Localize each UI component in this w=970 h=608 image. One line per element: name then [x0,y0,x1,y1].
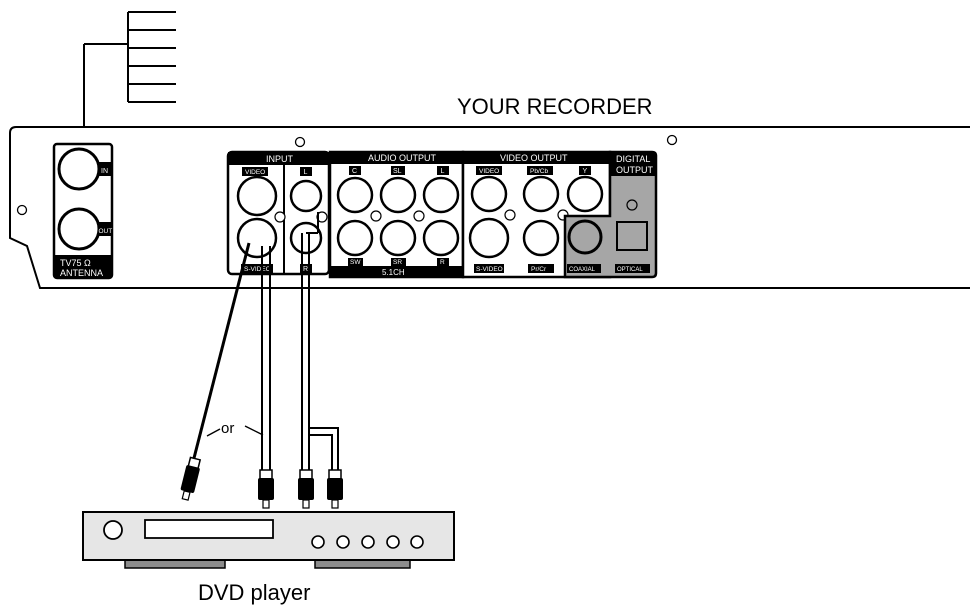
input-right-label: R [303,266,308,273]
audio-sw-jack[interactable] [336,219,374,257]
dvd-control-button[interactable] [410,535,424,549]
audio-output-footer: 5.1CH [382,268,405,277]
dvd-control-button[interactable] [361,535,375,549]
audio-r-jack[interactable] [422,219,460,257]
optical-jack[interactable] [616,221,648,251]
audio-sr-jack[interactable] [379,219,417,257]
audio-c-jack[interactable] [336,176,374,214]
dvd-player-label: DVD player [198,580,310,605]
mount-hole [294,136,306,148]
antenna-in-jack[interactable] [57,147,101,191]
video-out-svideo-jack[interactable] [468,217,510,259]
audio-screw [370,210,382,222]
video-out-svideo-label: S-VIDEO [476,266,503,273]
optical-label: OPTICAL [617,267,643,273]
antenna-caption-line2: ANTENNA [60,268,103,278]
dvd-player [82,511,455,569]
mount-hole [16,204,28,216]
video-output-header: VIDEO OUTPUT [500,153,568,163]
antenna-panel: IN OUT TV75 Ω ANTENNA [52,142,114,280]
dvd-control-button[interactable] [336,535,350,549]
audio-output-header: AUDIO OUTPUT [368,153,437,163]
video-out-video-jack[interactable] [470,175,508,213]
svideo-plug [180,456,202,501]
input-audio-left-jack[interactable] [289,179,323,213]
audio-label-c: C [352,168,357,175]
digital-output-header-1: DIGITAL [616,154,650,164]
video-out-pb-jack[interactable] [522,175,560,213]
or-label: or [221,420,234,437]
coaxial-label: COAXIAL [569,267,596,273]
audio-sl-jack[interactable] [379,176,417,214]
audio-label-l: L [441,168,445,175]
dvd-control-button[interactable] [311,535,325,549]
audio-label-sw: SW [350,259,361,266]
video-out-y-label: Y [583,168,588,175]
audio-l-jack[interactable] [422,176,460,214]
audio-right-plug [327,469,343,509]
audio-label-sl: SL [393,168,402,175]
antenna-in-label: IN [101,168,108,175]
video-out-pr-jack[interactable] [522,219,560,257]
audio-left-plug [298,469,314,509]
video-out-pr-label: Pr/Cr [531,266,547,273]
digital-output-header-2: OUTPUT [616,165,654,175]
video-screw [504,209,516,221]
antenna-out-jack[interactable] [57,207,101,251]
antenna-out-label: OUT [99,228,113,235]
digital-screw [626,199,638,211]
recorder-title: YOUR RECORDER [457,94,653,119]
video-out-video-label: VIDEO [479,168,499,175]
input-svideo-label: S-VIDEO [244,266,271,273]
input-video-jack[interactable] [236,175,278,217]
dvd-control-button[interactable] [386,535,400,549]
input-audio-right-jack[interactable] [289,221,323,255]
input-left-label: L [304,169,308,176]
video-out-pb-label: Pb/Cb [530,168,548,175]
dvd-disc-tray[interactable] [144,519,274,539]
input-video-label: VIDEO [245,169,265,176]
audio-screw [413,210,425,222]
connection-diagram: YOUR RECORDER IN OUT TV75 Ω ANTENNA INPU… [9,11,970,605]
video-plug [258,469,274,509]
coaxial-jack[interactable] [567,219,603,255]
audio-label-r: R [440,259,445,266]
input-panel: INPUT VIDEO S-VIDEO L R [226,150,331,276]
mount-hole [666,134,678,146]
input-header: INPUT [266,154,294,164]
video-out-y-jack[interactable] [566,175,604,213]
audio-label-sr: SR [393,259,402,266]
dvd-power-button[interactable] [103,520,123,540]
or-annotation: or [206,420,264,437]
antenna-caption-line1: TV75 Ω [60,258,91,268]
audio-output-panel: AUDIO OUTPUT 5.1CH C SL L SW SR R [328,150,465,279]
input-screw [274,211,286,223]
